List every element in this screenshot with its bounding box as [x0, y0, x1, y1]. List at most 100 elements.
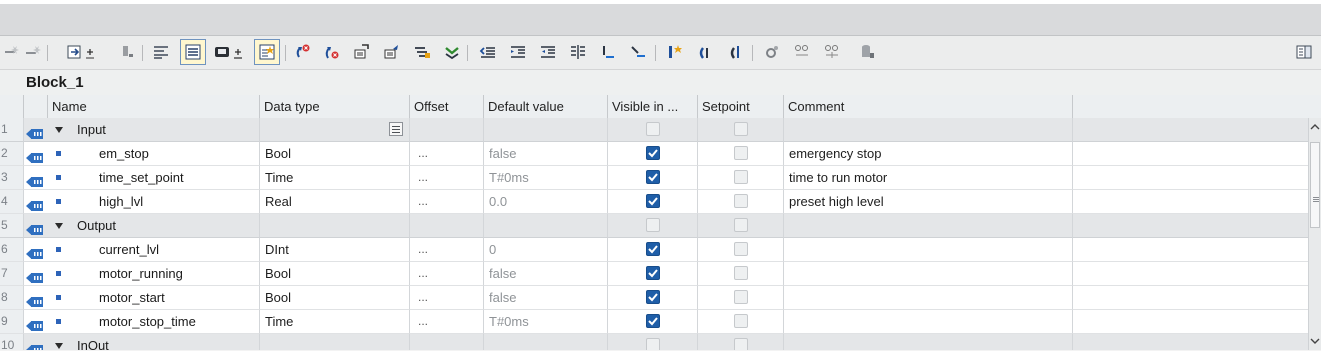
setpoint-cell[interactable]	[698, 262, 784, 286]
name-cell[interactable]: current_lvl	[24, 238, 260, 262]
comment-cell[interactable]: emergency stop	[784, 142, 1073, 166]
row-number[interactable]: 10	[0, 334, 24, 350]
default-value-cell[interactable]	[484, 118, 608, 142]
comment-cell[interactable]: time to run motor	[784, 166, 1073, 190]
collapse-arrow-icon[interactable]	[55, 223, 63, 229]
name-cell[interactable]: motor_start	[24, 286, 260, 310]
comment-cell[interactable]	[784, 286, 1073, 310]
data-type-cell[interactable]	[260, 118, 410, 142]
data-type-cell[interactable]	[260, 214, 410, 238]
structure-view-icon[interactable]	[180, 39, 206, 65]
row-number[interactable]: 7	[0, 262, 24, 286]
setpoint-checkbox[interactable]	[734, 122, 748, 136]
table-row[interactable]: 3 time_set_point Time... T#0ms time to run m…	[0, 166, 1308, 190]
setpoint-checkbox[interactable]	[734, 290, 748, 304]
table-row[interactable]: 5 Output	[0, 214, 1308, 238]
name-cell[interactable]: motor_running	[24, 262, 260, 286]
table-row[interactable]: 2 em_stop Bool... false emergency stop	[0, 142, 1308, 166]
indent-right-icon[interactable]	[508, 39, 528, 65]
panel-toggle-icon[interactable]	[1294, 39, 1314, 65]
row-number[interactable]: 6	[0, 238, 24, 262]
add-row-icon[interactable]	[23, 39, 43, 65]
offset-cell[interactable]: ...	[410, 286, 484, 310]
comment-cell[interactable]	[784, 262, 1073, 286]
row-number[interactable]: 3	[0, 166, 24, 190]
name-cell[interactable]: em_stop	[24, 142, 260, 166]
visible-in-cell[interactable]	[608, 262, 698, 286]
load-to-start-icon[interactable]	[442, 39, 462, 65]
visible-in-cell[interactable]	[608, 214, 698, 238]
comment-cell[interactable]	[784, 334, 1073, 350]
visible-in-cell[interactable]	[608, 142, 698, 166]
default-value-cell[interactable]: 0	[484, 238, 608, 262]
row-number[interactable]: 8	[0, 286, 24, 310]
visible-in-cell[interactable]	[608, 286, 698, 310]
row-number[interactable]: 4	[0, 190, 24, 214]
table-row[interactable]: 4 high_lvl Real... 0.0 preset high level	[0, 190, 1308, 214]
scrollbar-thumb[interactable]	[1310, 142, 1320, 228]
name-cell[interactable]: Output	[24, 214, 260, 238]
name-cell[interactable]: InOut	[24, 334, 260, 350]
visible-checkbox[interactable]	[646, 170, 660, 184]
visible-checkbox[interactable]	[646, 314, 660, 328]
scroll-down-icon[interactable]	[1310, 334, 1320, 348]
database-icon[interactable]	[858, 39, 878, 65]
visible-in-cell[interactable]	[608, 334, 698, 350]
visible-in-cell[interactable]	[608, 310, 698, 334]
offset-cell[interactable]: ...	[410, 310, 484, 334]
comment-cell[interactable]	[784, 214, 1073, 238]
default-value-cell[interactable]: false	[484, 262, 608, 286]
visible-in-cell[interactable]	[608, 118, 698, 142]
visible-checkbox[interactable]	[646, 242, 660, 256]
outdent-icon[interactable]	[538, 39, 558, 65]
load-start-values-icon[interactable]	[352, 39, 372, 65]
setpoint-cell[interactable]	[698, 166, 784, 190]
offset-cell[interactable]	[410, 214, 484, 238]
offset-cell[interactable]: ...	[410, 166, 484, 190]
setpoint-cell[interactable]	[698, 214, 784, 238]
column-header-name[interactable]: Name	[48, 95, 260, 118]
offset-cell[interactable]	[410, 334, 484, 350]
comment-cell[interactable]: preset high level	[784, 190, 1073, 214]
data-type-cell[interactable]	[260, 334, 410, 350]
visible-in-cell[interactable]	[608, 238, 698, 262]
new-tag-icon[interactable]	[665, 39, 685, 65]
data-type-cell[interactable]: Time	[260, 310, 410, 334]
setpoint-checkbox[interactable]	[734, 194, 748, 208]
comment-cell[interactable]	[784, 238, 1073, 262]
column-header-comment[interactable]: Comment	[784, 95, 1073, 118]
setpoint-cell[interactable]	[698, 334, 784, 350]
visible-checkbox[interactable]	[646, 290, 660, 304]
column-header-data-type[interactable]: Data type	[260, 95, 410, 118]
setpoint-cell[interactable]	[698, 190, 784, 214]
name-cell[interactable]: motor_stop_time	[24, 310, 260, 334]
filter-down-icon[interactable]	[628, 39, 648, 65]
compare-icon[interactable]	[792, 39, 812, 65]
setpoint-checkbox[interactable]	[734, 266, 748, 280]
data-type-cell[interactable]: Bool	[260, 262, 410, 286]
column-header-offset[interactable]: Offset	[410, 95, 484, 118]
copy-snapshot-icon[interactable]	[412, 39, 432, 65]
offset-cell[interactable]: ...	[410, 190, 484, 214]
monitor-icon[interactable]	[213, 39, 247, 65]
data-type-cell[interactable]: Time	[260, 166, 410, 190]
row-number[interactable]: 9	[0, 310, 24, 334]
comment-cell[interactable]	[784, 118, 1073, 142]
row-number[interactable]: 1	[0, 118, 24, 142]
scroll-up-icon[interactable]	[1310, 120, 1320, 134]
row-number[interactable]: 2	[0, 142, 24, 166]
visible-checkbox[interactable]	[646, 218, 660, 232]
reset-values-icon[interactable]	[322, 39, 342, 65]
load-snapshot-icon[interactable]	[382, 39, 402, 65]
setpoint-cell[interactable]	[698, 238, 784, 262]
setpoint-checkbox[interactable]	[734, 146, 748, 160]
expand-all-icon[interactable]	[66, 39, 100, 65]
setpoint-cell[interactable]	[698, 310, 784, 334]
name-cell[interactable]: high_lvl	[24, 190, 260, 214]
setpoint-cell[interactable]	[698, 142, 784, 166]
visible-checkbox[interactable]	[646, 146, 660, 160]
reset-start-values-icon[interactable]	[292, 39, 312, 65]
table-row[interactable]: 9 motor_stop_time Time... T#0ms	[0, 310, 1308, 334]
default-value-cell[interactable]: T#0ms	[484, 166, 608, 190]
data-type-cell[interactable]: DInt	[260, 238, 410, 262]
